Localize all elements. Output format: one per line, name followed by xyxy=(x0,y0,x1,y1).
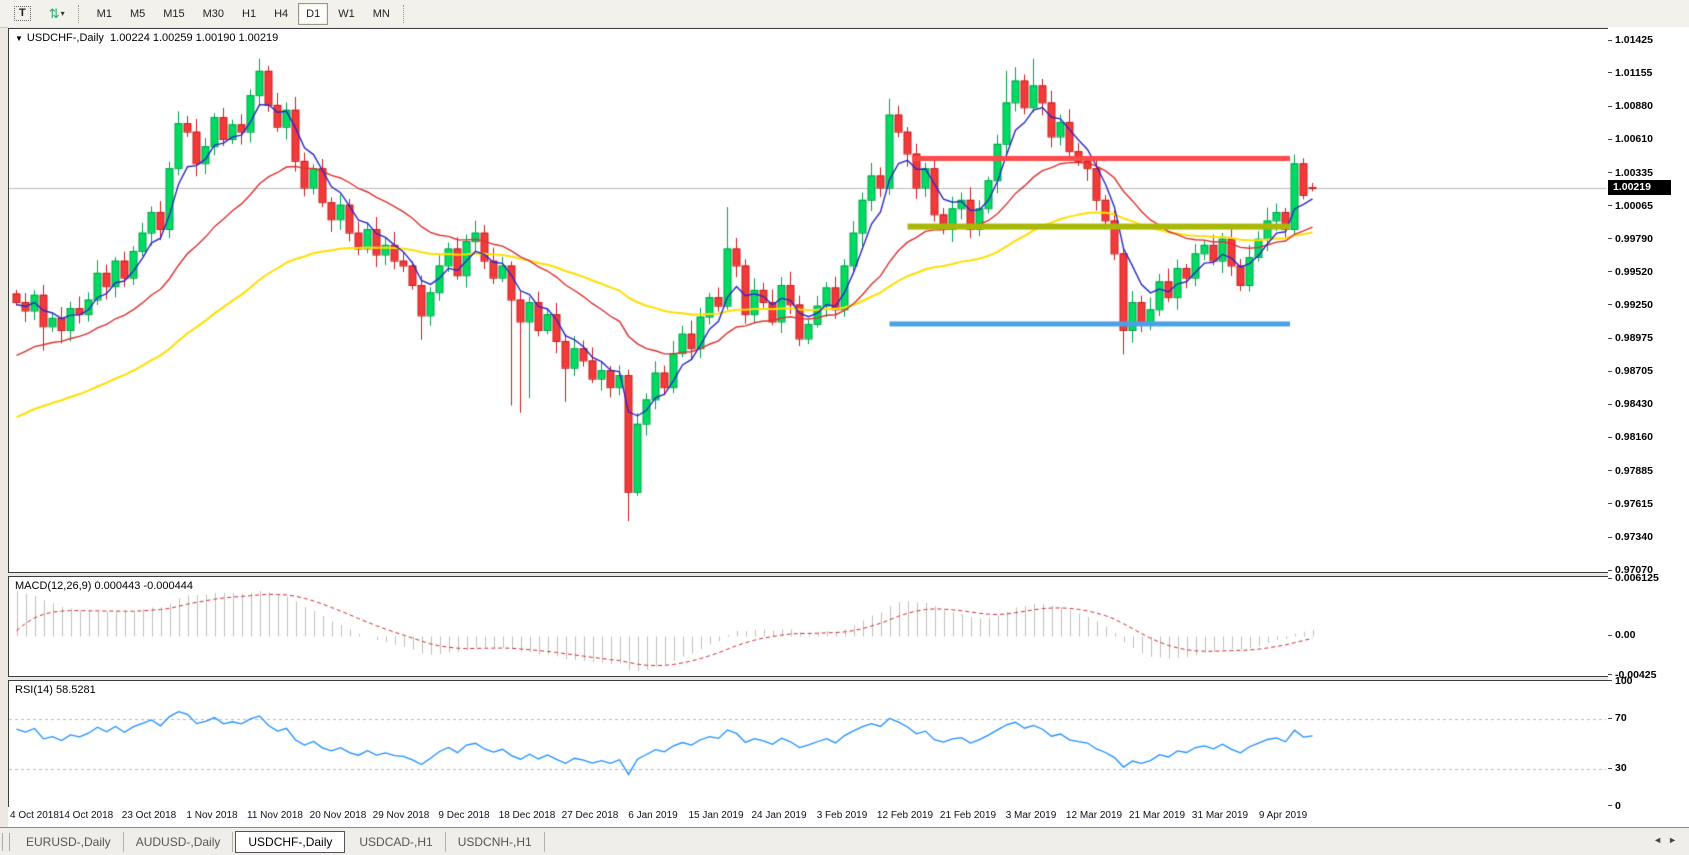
price-axis-label: 0.98160 xyxy=(1608,431,1653,443)
tf-button-d1[interactable]: D1 xyxy=(298,3,328,25)
tab-usdcad-h1[interactable]: USDCAD-,H1 xyxy=(347,832,445,852)
collapse-icon[interactable]: ▼ xyxy=(15,34,23,43)
date-axis-label: 31 Mar 2019 xyxy=(1192,810,1248,821)
date-axis-label: 3 Mar 2019 xyxy=(1006,810,1057,821)
macd-label: MACD(12,26,9) 0.000443 -0.000444 xyxy=(15,580,193,592)
date-axis-label: 9 Apr 2019 xyxy=(1259,810,1307,821)
main-chart-canvas[interactable] xyxy=(9,29,1606,570)
tab-audusd-daily[interactable]: AUDUSD-,Daily xyxy=(124,832,234,852)
date-axis-label: 11 Nov 2018 xyxy=(247,810,303,821)
price-axis-label: 1.01155 xyxy=(1608,67,1652,79)
price-axis-label: 0.97615 xyxy=(1608,498,1653,510)
rsi-axis-label: 0 xyxy=(1608,800,1621,812)
price-axis-label: 0.97340 xyxy=(1608,531,1653,543)
date-axis-label: 18 Dec 2018 xyxy=(499,810,556,821)
tf-button-m1[interactable]: M1 xyxy=(89,3,120,25)
date-axis-label: 12 Mar 2019 xyxy=(1066,810,1122,821)
date-axis-label: 14 Oct 2018 xyxy=(59,810,113,821)
main-chart-panel: ▼ USDCHF-,Daily 1.00224 1.00259 1.00190 1… xyxy=(8,28,1609,573)
price-axis-label: 1.00610 xyxy=(1608,133,1653,145)
date-axis-label: 24 Jan 2019 xyxy=(751,810,806,821)
price-axis-label: 0.99520 xyxy=(1608,266,1653,278)
date-axis-label: 9 Dec 2018 xyxy=(438,810,489,821)
tabs-container: EURUSD-,DailyAUDUSD-,DailyUSDCHF-,DailyU… xyxy=(14,831,545,853)
symbol-tab-bar: EURUSD-,DailyAUDUSD-,DailyUSDCHF-,DailyU… xyxy=(0,827,1689,855)
price-axis-label: 0.99250 xyxy=(1608,299,1653,311)
chart-title: ▼ USDCHF-,Daily 1.00224 1.00259 1.00190 1… xyxy=(15,32,278,44)
date-axis-label: 21 Mar 2019 xyxy=(1129,810,1185,821)
tab-usdcnh-h1[interactable]: USDCNH-,H1 xyxy=(446,832,545,852)
price-axis-label: 0.98430 xyxy=(1608,398,1653,410)
tf-button-m15[interactable]: M15 xyxy=(155,3,192,25)
swap-arrows-icon: ⇅ xyxy=(49,6,58,22)
date-axis-label: 29 Nov 2018 xyxy=(373,810,430,821)
date-axis-label: 4 Oct 2018 xyxy=(10,810,59,821)
chart-symbol-label: USDCHF-,Daily xyxy=(27,32,104,44)
date-axis-label: 27 Dec 2018 xyxy=(562,810,619,821)
date-axis-label: 23 Oct 2018 xyxy=(122,810,176,821)
text-tool-icon: T xyxy=(14,6,31,21)
scroll-right-icon[interactable]: ► xyxy=(1668,835,1683,845)
macd-axis-label: 0.00 xyxy=(1608,629,1635,641)
macd-panel: MACD(12,26,9) 0.000443 -0.000444 xyxy=(8,576,1609,677)
tab-grip xyxy=(2,833,10,851)
price-axis-label: 0.98705 xyxy=(1608,365,1653,377)
rsi-panel: RSI(14) 58.5281 xyxy=(8,680,1609,808)
price-axis-label: 0.98975 xyxy=(1608,332,1653,344)
macd-canvas[interactable] xyxy=(9,577,1606,674)
tf-button-mn[interactable]: MN xyxy=(365,3,398,25)
tf-button-m30[interactable]: M30 xyxy=(195,3,232,25)
date-axis-label: 15 Jan 2019 xyxy=(688,810,743,821)
date-axis-label: 21 Feb 2019 xyxy=(940,810,996,821)
toolbar-separator xyxy=(403,5,409,23)
tab-eurusd-daily[interactable]: EURUSD-,Daily xyxy=(14,832,124,852)
tf-button-h4[interactable]: H4 xyxy=(266,3,296,25)
tf-button-w1[interactable]: W1 xyxy=(330,3,363,25)
price-axis-label: 1.00335 xyxy=(1608,167,1653,179)
date-axis-label: 1 Nov 2018 xyxy=(186,810,237,821)
tab-scroll-arrows[interactable]: ◄► xyxy=(1653,835,1683,845)
rsi-canvas[interactable] xyxy=(9,681,1606,805)
price-axis-label: 1.00880 xyxy=(1608,100,1653,112)
rsi-axis-label: 30 xyxy=(1608,762,1627,774)
price-axis[interactable]: 1.00219 1.01425 1.01155 1.00880 1.00610 1.00… xyxy=(1608,27,1689,827)
price-axis-label: 1.01425 xyxy=(1608,34,1653,46)
timeframe-group: M1M5M15M30H1H4D1W1MN xyxy=(88,3,399,25)
current-price-box: 1.00219 xyxy=(1608,180,1671,195)
chart-window: ▼ USDCHF-,Daily 1.00224 1.00259 1.00190 1… xyxy=(8,27,1608,827)
price-axis-label: 0.99790 xyxy=(1608,233,1653,245)
date-axis-label: 3 Feb 2019 xyxy=(817,810,868,821)
tab-usdchf-daily[interactable]: USDCHF-,Daily xyxy=(235,831,345,853)
chart-ohlc-label: 1.00224 1.00259 1.00190 1.00219 xyxy=(110,32,278,44)
tf-button-h1[interactable]: H1 xyxy=(234,3,264,25)
date-axis-label: 6 Jan 2019 xyxy=(628,810,678,821)
date-axis[interactable]: 4 Oct 201814 Oct 2018 23 Oct 2018 1 Nov 20… xyxy=(8,807,1608,827)
rsi-axis-label: 70 xyxy=(1608,712,1627,724)
macd-axis-label: 0.006125 xyxy=(1608,572,1659,584)
rsi-axis-label: 100 xyxy=(1608,675,1633,687)
scroll-left-icon[interactable]: ◄ xyxy=(1653,835,1668,845)
arrange-windows-button[interactable]: ⇅ ▾ xyxy=(41,3,73,25)
text-tool-button[interactable]: T xyxy=(6,3,39,25)
date-axis-label: 12 Feb 2019 xyxy=(877,810,933,821)
rsi-label: RSI(14) 58.5281 xyxy=(15,684,96,696)
price-axis-label: 1.00065 xyxy=(1608,200,1653,212)
date-axis-label: 20 Nov 2018 xyxy=(310,810,367,821)
top-toolbar: T ⇅ ▾ M1M5M15M30H1H4D1W1MN xyxy=(0,0,1689,28)
price-axis-label: 0.97885 xyxy=(1608,465,1653,477)
tf-button-m5[interactable]: M5 xyxy=(122,3,153,25)
toolbar-separator xyxy=(78,5,84,23)
chevron-down-icon: ▾ xyxy=(61,9,65,18)
